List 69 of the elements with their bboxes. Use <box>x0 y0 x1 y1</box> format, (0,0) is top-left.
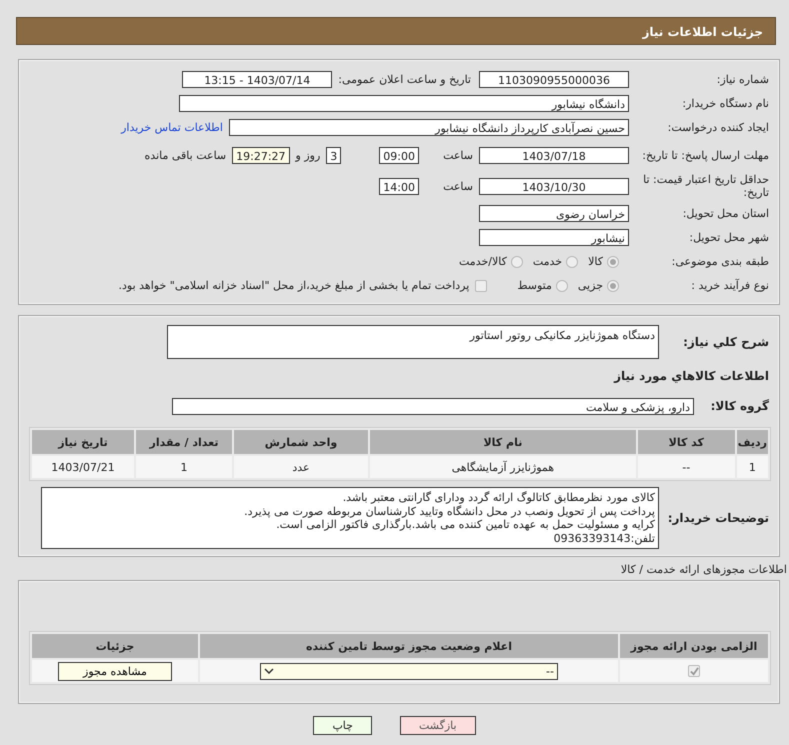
need-number-field: 1103090955000036 <box>479 71 629 88</box>
group-field: دارو، پزشکی و سلامت <box>172 398 694 414</box>
buyer-field: دانشگاه نیشابور <box>179 95 629 112</box>
status-dropdown[interactable]: -- <box>260 662 558 680</box>
checkbox-label: پرداخت تمام یا بخشی از مبلغ خرید،از محل "اسناد خزانه اسلامی" خواهد بود. <box>118 279 470 292</box>
field-label: روز و <box>296 148 320 162</box>
column-header: تاریخ نیاز <box>32 430 134 454</box>
radio-button[interactable] <box>607 256 619 268</box>
checkbox[interactable] <box>688 665 700 678</box>
province-field: خراسان رضوی <box>479 205 629 222</box>
field-label: شرح کلي نياز: <box>682 335 770 349</box>
page-title-bar: جزئیات اطلاعات نیاز <box>16 17 776 45</box>
column-header: الزامی بودن ارائه مجوز <box>620 634 768 658</box>
field-label: شماره نیاز: <box>716 73 770 86</box>
field-label: حداقل تاریخ اعتبار قیمت: تا تاریخ: <box>642 173 770 199</box>
chevron-down-icon <box>264 668 274 674</box>
field-label: مهلت ارسال پاسخ: تا تاریخ: <box>641 148 770 162</box>
field-label: شهر محل تحویل: <box>688 231 770 244</box>
section-heading: اطلاعات مجوزهای ارائه خدمت / کالا <box>620 563 788 576</box>
back-button[interactable]: بازگشت <box>400 716 476 735</box>
column-header: واحد شمارش <box>234 430 368 454</box>
field-label: ساعت باقی مانده <box>144 148 226 162</box>
column-header: نام کالا <box>370 430 636 454</box>
checkbox[interactable] <box>475 280 488 292</box>
radio-button[interactable] <box>556 280 568 292</box>
field-label: ایجاد کننده درخواست: <box>666 121 770 134</box>
column-header: جزئیات <box>32 634 198 658</box>
table-cell: عدد <box>234 456 368 478</box>
contact-link[interactable]: اطلاعات تماس خریدار <box>121 121 223 134</box>
column-header: ردیف <box>736 430 768 454</box>
table-cell: هموژنایزر آزمایشگاهی <box>370 456 636 478</box>
announce-date-field: 1403/07/14 - 13:15 <box>182 71 332 88</box>
table-cell: 1 <box>136 456 232 478</box>
field-label: گروه کالا: <box>710 399 770 413</box>
radio-button[interactable] <box>510 256 523 268</box>
field-label: طبقه بندی موضوعی: <box>670 255 770 268</box>
field-label: ساعت <box>442 180 473 192</box>
requester-field: حسین نصرآبادی کارپرداز دانشگاه نیشابور <box>229 119 629 136</box>
validity-date-field: 1403/10/30 <box>479 178 629 194</box>
radio-label: متوسط <box>517 279 552 292</box>
table-cell: 1403/07/21 <box>32 456 134 478</box>
city-field: نیشابور <box>479 229 629 246</box>
field-label: استان محل تحویل: <box>682 207 770 220</box>
column-header: کد کالا <box>638 430 735 454</box>
field-label: نوع فرآیند خرید : <box>690 279 770 292</box>
column-header: اعلام وضعیت مجوز توسط تامین کننده <box>200 634 618 658</box>
table-cell: -- <box>638 456 735 478</box>
summary-field: دستگاه هموژنایزر مکانیکی روتور استاتور <box>167 325 659 359</box>
radio-button[interactable] <box>607 280 619 292</box>
radio-label: کالا/خدمت <box>459 255 507 268</box>
deadline-date-field: 1403/07/18 <box>479 146 629 164</box>
radio-label: جزیی <box>578 279 603 292</box>
radio-label: کالا <box>588 255 603 268</box>
radio-button[interactable] <box>566 256 578 268</box>
radio-label: خدمت <box>532 255 562 268</box>
column-header: تعداد / مقدار <box>136 430 232 454</box>
print-button[interactable]: چاپ <box>313 716 372 735</box>
table-cell: 1 <box>736 456 768 478</box>
field-label: نام دستگاه خریدار: <box>681 97 770 110</box>
deadline-time-field: 09:00 <box>379 146 419 164</box>
remaining-time-field: 19:27:27 <box>232 146 290 164</box>
field-label: تاریخ و ساعت اعلان عمومی: <box>338 73 471 86</box>
section-heading: اطلاعات کالاهاي مورد نياز <box>612 368 770 385</box>
view-permit-button[interactable]: مشاهده مجوز <box>58 662 172 680</box>
days-field: 3 <box>326 146 342 164</box>
field-label: توضیحات خریدار: <box>666 511 770 525</box>
validity-time-field: 14:00 <box>379 178 419 194</box>
notes-field: کالای مورد نظرمطابق کاتالوگ ارائه گردد ودارای گارانتی معتبر باشد. پرداخت پس از تحویل ونصب در محل دانشگاه وتایید کارشناسان مربوطه صورت می پذیرد. کرایه و مسئولیت حمل به عهده تامین کننده می باشد.بارگذاری فاکتور الزامی است. تلفن:09363393143 <box>41 487 659 549</box>
field-label: ساعت <box>442 148 473 162</box>
